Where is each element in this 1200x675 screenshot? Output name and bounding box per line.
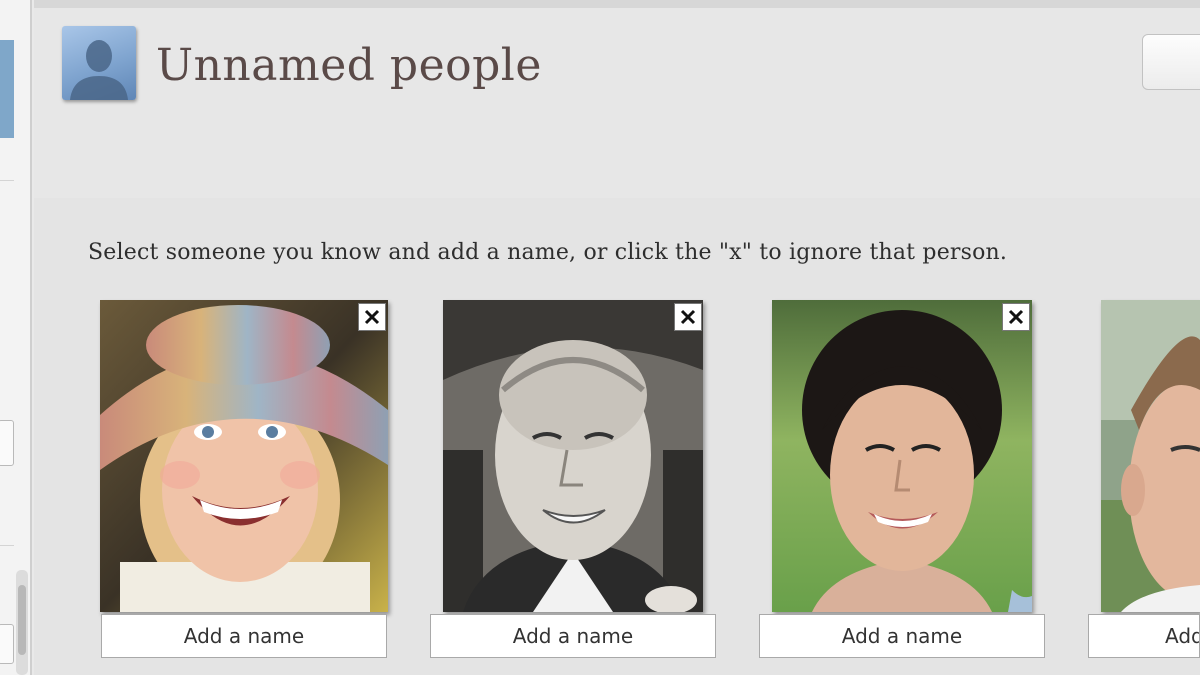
close-icon [364,309,380,325]
sidebar-divider [0,180,14,181]
ignore-person-button[interactable] [1002,303,1030,331]
add-name-button[interactable]: Add a name [430,614,716,658]
left-sidebar [0,0,32,675]
page-title: Unnamed people [156,40,542,91]
header-action-button[interactable] [1142,34,1200,90]
sidebar-scrollbar-thumb[interactable] [18,585,26,655]
instructions-text: Select someone you know and add a name, … [88,240,1008,265]
ignore-person-button[interactable] [674,303,702,331]
face-photo-woman[interactable] [772,300,1032,612]
person-silhouette-icon [62,26,136,100]
close-icon [1008,309,1024,325]
page-header [34,8,1200,198]
add-name-button[interactable]: Add a name [759,614,1045,658]
face-photo-man-bw[interactable] [443,300,703,612]
face-photo-man-partial[interactable] [1101,300,1200,612]
close-icon [680,309,696,325]
add-name-button[interactable]: Add a name [101,614,387,658]
add-name-button[interactable]: Add a name [1088,614,1200,658]
ignore-person-button[interactable] [358,303,386,331]
window-top-bar [34,0,1200,8]
sidebar-button[interactable] [0,420,14,466]
sidebar-divider [0,545,14,546]
sidebar-selected-item[interactable] [0,40,14,138]
sidebar-button[interactable] [0,624,14,664]
face-photo-child[interactable] [100,300,388,612]
